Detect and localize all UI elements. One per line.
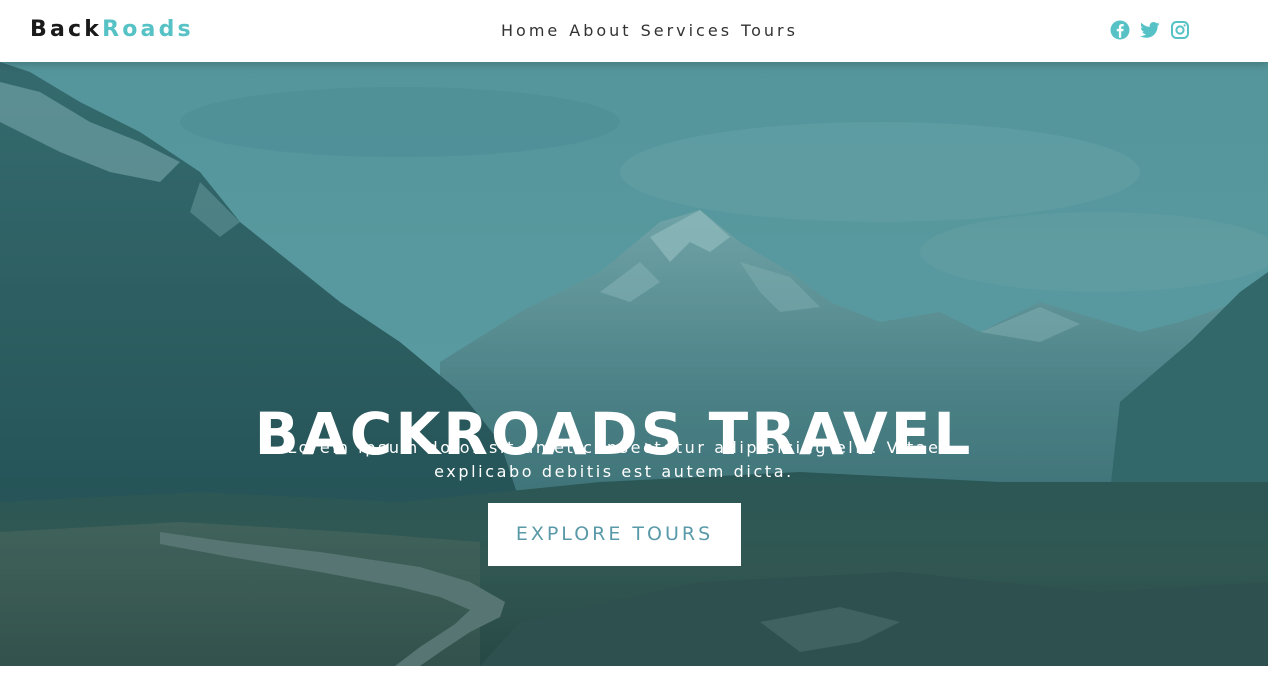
hero-text: Lorem ipsum dolor sit amet consectetur a… [287,438,941,481]
brand-logo-part2: Roads [102,17,194,42]
hero-section: BACKROADS TRAVEL Lorem ipsum dolor sit a… [0,62,1268,666]
twitter-icon[interactable] [1140,20,1160,40]
facebook-icon[interactable] [1110,20,1130,40]
navbar: BackRoads Home About Services Tours [0,0,1268,62]
explore-tours-button[interactable]: EXPLORE TOURS [488,503,741,566]
nav-links: Home About Services Tours [501,20,807,42]
page-below-hero [0,666,1268,676]
brand-logo[interactable]: BackRoads [30,16,194,44]
instagram-icon[interactable] [1170,20,1190,40]
hero-background-image [0,62,1268,666]
nav-link-services[interactable]: Services [641,20,732,42]
brand-logo-part1: Back [30,17,103,42]
nav-link-tours[interactable]: Tours [741,20,798,42]
social-icons [1110,20,1190,40]
nav-link-about[interactable]: About [569,20,631,42]
nav-link-home[interactable]: Home [501,20,560,42]
